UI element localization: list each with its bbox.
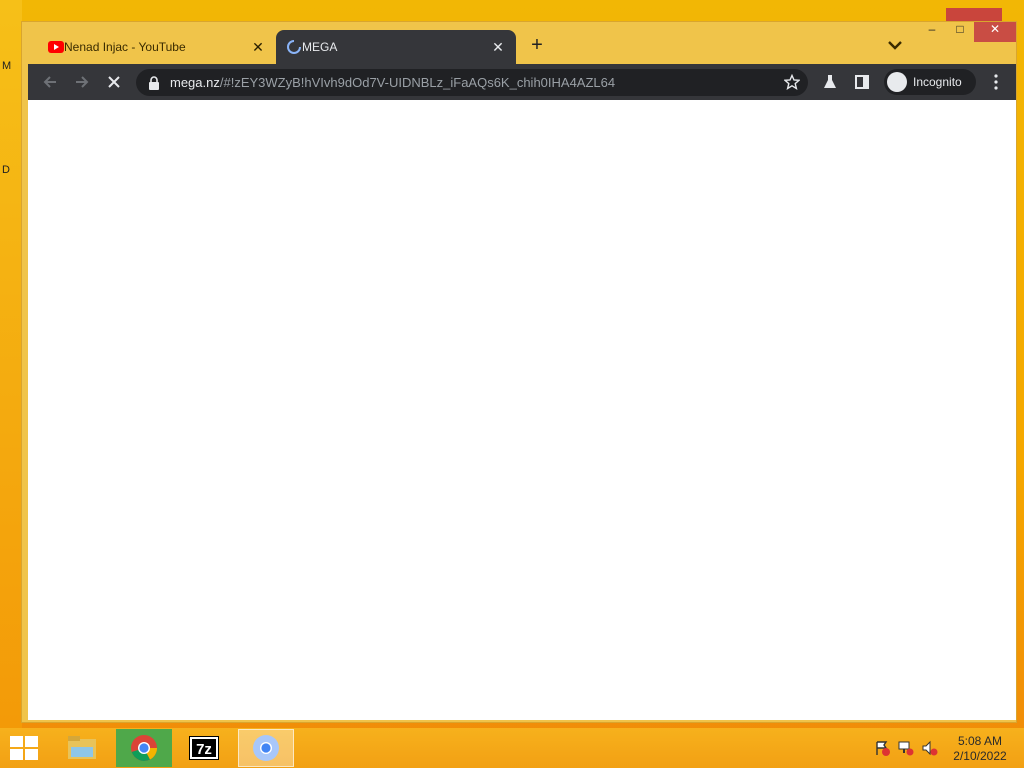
maximize-button[interactable]: □ <box>946 22 974 42</box>
incognito-indicator[interactable]: Incognito <box>884 69 976 95</box>
7zip-icon: 7z <box>189 736 219 760</box>
url-host: mega.nz <box>170 75 220 90</box>
clock-date: 2/10/2022 <box>953 749 1007 763</box>
url-path: /#!zEY3WZyB!hVIvh9dOd7V-UIDNBLz_iFaAQs6K… <box>219 75 616 90</box>
bookmark-star-icon[interactable] <box>784 74 800 90</box>
stop-loading-button[interactable] <box>102 70 126 94</box>
stop-icon <box>108 76 120 88</box>
forward-button[interactable] <box>70 70 94 94</box>
desktop-background <box>0 0 22 728</box>
address-bar[interactable]: mega.nz/#!zEY3WZyB!hVIvh9dOd7V-UIDNBLz_i… <box>136 69 808 96</box>
back-button[interactable] <box>38 70 62 94</box>
back-arrow-icon <box>43 76 56 88</box>
forward-arrow-icon <box>76 76 89 88</box>
file-explorer-button[interactable] <box>54 729 110 767</box>
system-clock[interactable]: 5:08 AM 2/10/2022 <box>940 734 1020 764</box>
flask-icon <box>824 75 836 88</box>
side-panel-button[interactable] <box>850 70 874 94</box>
tab-mega[interactable]: MEGA ✕ <box>276 30 516 64</box>
minimize-button[interactable]: – <box>918 22 946 42</box>
labs-button[interactable] <box>818 70 842 94</box>
chrome-icon <box>131 735 157 761</box>
url-text: mega.nz/#!zEY3WZyB!hVIvh9dOd7V-UIDNBLz_i… <box>170 75 615 90</box>
tab-strip: Nenad Injac - YouTube ✕ MEGA ✕ + – □ ✕ <box>22 22 1016 64</box>
chrome-incognito-taskbar-button[interactable] <box>238 729 294 767</box>
lock-icon[interactable] <box>148 75 160 90</box>
taskbar: 7z 5:08 AM 2/10/2022 <box>0 728 1024 768</box>
network-icon[interactable] <box>898 740 914 756</box>
youtube-icon <box>48 41 64 53</box>
tab-close-button[interactable]: ✕ <box>250 39 266 56</box>
loading-spinner-icon <box>287 40 301 54</box>
svg-text:7z: 7z <box>196 741 212 758</box>
folder-icon <box>68 736 96 759</box>
menu-button[interactable] <box>984 70 1008 94</box>
desktop-icon-label: M <box>2 60 12 72</box>
desktop-icon-label: D <box>2 164 10 176</box>
tab-title: Nenad Injac - YouTube <box>64 40 186 54</box>
chrome-taskbar-button[interactable] <box>116 729 172 767</box>
windows-start-icon[interactable] <box>10 736 38 760</box>
browser-window: Nenad Injac - YouTube ✕ MEGA ✕ + – □ ✕ m… <box>22 22 1016 722</box>
chromium-icon <box>253 735 279 761</box>
kebab-menu-icon <box>994 74 998 90</box>
tab-search-icon[interactable] <box>886 36 904 54</box>
browser-toolbar: mega.nz/#!zEY3WZyB!hVIvh9dOd7V-UIDNBLz_i… <box>28 64 1016 100</box>
side-panel-icon <box>855 75 869 89</box>
close-window-button[interactable]: ✕ <box>974 22 1016 42</box>
volume-muted-icon[interactable] <box>922 740 938 756</box>
action-center-flag-icon[interactable] <box>874 740 890 756</box>
7zip-taskbar-button[interactable]: 7z <box>176 729 232 767</box>
tab-close-button[interactable]: ✕ <box>490 39 506 56</box>
new-tab-button[interactable]: + <box>526 35 548 57</box>
page-content <box>28 100 1016 720</box>
tab-youtube[interactable]: Nenad Injac - YouTube ✕ <box>38 30 276 64</box>
tab-title: MEGA <box>302 40 338 54</box>
clock-time: 5:08 AM <box>957 734 1003 748</box>
incognito-label: Incognito <box>913 75 962 89</box>
incognito-icon <box>887 72 907 92</box>
